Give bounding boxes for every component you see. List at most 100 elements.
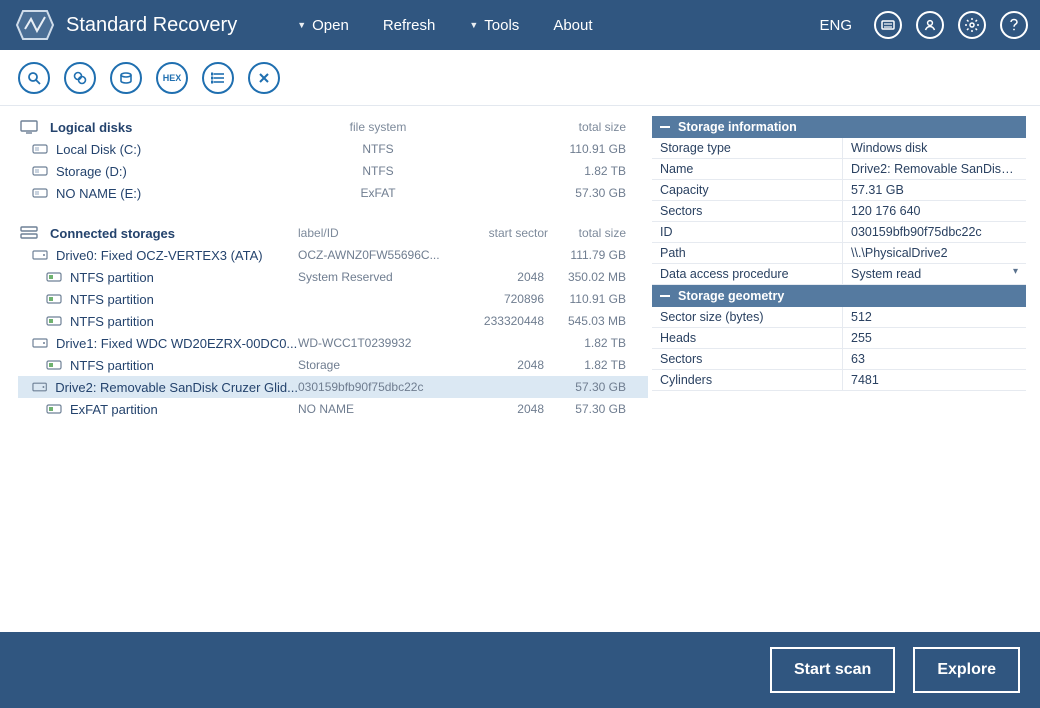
hex-tool[interactable]: HEX xyxy=(156,62,188,94)
image-tool[interactable] xyxy=(110,62,142,94)
help-button[interactable] xyxy=(1000,11,1028,39)
title-right: ENG xyxy=(819,11,1028,39)
partition-start: 233320448 xyxy=(458,314,548,328)
partition-name: NTFS partition xyxy=(70,358,154,373)
disk-icon xyxy=(46,315,62,327)
storage-icon xyxy=(18,226,40,240)
close-tool[interactable] xyxy=(248,62,280,94)
partition-row[interactable]: ExFAT partition NO NAME204857.30 GB xyxy=(18,398,648,420)
info-key: Cylinders xyxy=(652,370,842,390)
info-value: 57.31 GB xyxy=(842,180,1026,200)
info-row[interactable]: Data access procedureSystem read xyxy=(652,264,1026,285)
info-key: Sectors xyxy=(652,349,842,369)
partition-label: System Reserved xyxy=(298,270,458,284)
menu-refresh[interactable]: Refresh xyxy=(383,17,436,34)
drive-label: OCZ-AWNZ0FW55696C... xyxy=(298,248,458,262)
info-value: 120 176 640 xyxy=(842,201,1026,221)
info-value: Drive2: Removable SanDisk Cruzer Glid xyxy=(842,159,1026,179)
info-key: Sectors xyxy=(652,201,842,221)
menu-open[interactable]: ▼ Open xyxy=(297,17,349,34)
panel-header-geometry[interactable]: Storage geometry xyxy=(652,285,1026,307)
raid-tool[interactable] xyxy=(64,62,96,94)
info-value: 7481 xyxy=(842,370,1026,390)
info-row: Heads255 xyxy=(652,328,1026,349)
disk-fs: NTFS xyxy=(298,142,458,156)
partition-size: 545.03 MB xyxy=(548,314,638,328)
menu-tools[interactable]: ▼ Tools xyxy=(469,17,519,34)
section-title-label: Logical disks xyxy=(50,120,132,135)
toolbar: HEX xyxy=(0,50,1040,106)
disk-icon xyxy=(46,271,62,283)
partition-row[interactable]: NTFS partition233320448545.03 MB xyxy=(18,310,648,332)
info-key: Path xyxy=(652,243,842,263)
partition-size: 57.30 GB xyxy=(548,402,638,416)
col-filesystem: file system xyxy=(298,120,458,134)
disk-icon xyxy=(32,165,48,177)
panel-header-info[interactable]: Storage information xyxy=(652,116,1026,138)
start-scan-button[interactable]: Start scan xyxy=(770,647,895,693)
language-selector[interactable]: ENG xyxy=(819,17,852,34)
logical-disk-row[interactable]: Storage (D:)NTFS1.82 TB xyxy=(18,160,648,182)
info-value: 030159bfb90f75dbc22c xyxy=(842,222,1026,242)
drive-icon xyxy=(32,249,48,261)
info-row: Path\\.\PhysicalDrive2 xyxy=(652,243,1026,264)
section-title-label: Connected storages xyxy=(50,226,175,241)
list-tool[interactable] xyxy=(202,62,234,94)
info-row: Cylinders7481 xyxy=(652,370,1026,391)
partition-size: 110.91 GB xyxy=(548,292,638,306)
menu-refresh-label: Refresh xyxy=(383,17,436,34)
drive-row[interactable]: Drive0: Fixed OCZ-VERTEX3 (ATA)OCZ-AWNZ0… xyxy=(18,244,648,266)
logical-disk-row[interactable]: NO NAME (E:)ExFAT57.30 GB xyxy=(18,182,648,204)
disk-size: 1.82 TB xyxy=(548,164,638,178)
drive-size: 57.30 GB xyxy=(548,380,638,394)
disk-name: Local Disk (C:) xyxy=(56,142,141,157)
info-value: 63 xyxy=(842,349,1026,369)
drive-row[interactable]: Drive1: Fixed WDC WD20EZRX-00DC0...WD-WC… xyxy=(18,332,648,354)
app-logo xyxy=(12,5,58,45)
menu-about[interactable]: About xyxy=(553,17,592,34)
partition-row[interactable]: NTFS partitionSystem Reserved2048350.02 … xyxy=(18,266,648,288)
license-button[interactable] xyxy=(874,11,902,39)
info-row: Capacity57.31 GB xyxy=(652,180,1026,201)
collapse-icon xyxy=(660,126,670,128)
info-value: 255 xyxy=(842,328,1026,348)
menu-tools-label: Tools xyxy=(484,17,519,34)
partition-start: 2048 xyxy=(458,358,548,372)
section-logical-disks: Logical disks file system total size xyxy=(18,116,648,138)
menu-open-label: Open xyxy=(312,17,349,34)
partition-name: ExFAT partition xyxy=(70,402,158,417)
logical-disk-row[interactable]: Local Disk (C:)NTFS110.91 GB xyxy=(18,138,648,160)
partition-row[interactable]: NTFS partition Storage20481.82 TB xyxy=(18,354,648,376)
drive-icon xyxy=(32,381,47,393)
col-totalsize: total size xyxy=(548,120,638,134)
explore-button[interactable]: Explore xyxy=(913,647,1020,693)
partition-size: 350.02 MB xyxy=(548,270,638,284)
drive-label: WD-WCC1T0239932 xyxy=(298,336,458,350)
disk-size: 57.30 GB xyxy=(548,186,638,200)
menu-about-label: About xyxy=(553,17,592,34)
partition-size: 1.82 TB xyxy=(548,358,638,372)
search-tool[interactable] xyxy=(18,62,50,94)
drive-name: Drive2: Removable SanDisk Cruzer Glid... xyxy=(55,380,298,395)
chevron-down-icon: ▼ xyxy=(469,20,478,30)
info-value: System read xyxy=(842,264,1026,284)
partition-label: NO NAME xyxy=(298,402,458,416)
partition-start: 720896 xyxy=(458,292,548,306)
partition-row[interactable]: NTFS partition720896110.91 GB xyxy=(18,288,648,310)
info-key: ID xyxy=(652,222,842,242)
partition-label: Storage xyxy=(298,358,458,372)
drive-name: Drive1: Fixed WDC WD20EZRX-00DC0... xyxy=(56,336,297,351)
title-bar: Standard Recovery ▼ Open Refresh ▼ Tools… xyxy=(0,0,1040,50)
info-value: Windows disk xyxy=(842,138,1026,158)
user-button[interactable] xyxy=(916,11,944,39)
disk-icon xyxy=(46,293,62,305)
settings-button[interactable] xyxy=(958,11,986,39)
app-title: Standard Recovery xyxy=(66,14,237,37)
info-key: Data access procedure xyxy=(652,264,842,284)
drive-row[interactable]: Drive2: Removable SanDisk Cruzer Glid...… xyxy=(18,376,648,398)
drive-icon xyxy=(32,337,48,349)
drive-size: 1.82 TB xyxy=(548,336,638,350)
info-row: Sectors120 176 640 xyxy=(652,201,1026,222)
partition-start: 2048 xyxy=(458,402,548,416)
collapse-icon xyxy=(660,295,670,297)
